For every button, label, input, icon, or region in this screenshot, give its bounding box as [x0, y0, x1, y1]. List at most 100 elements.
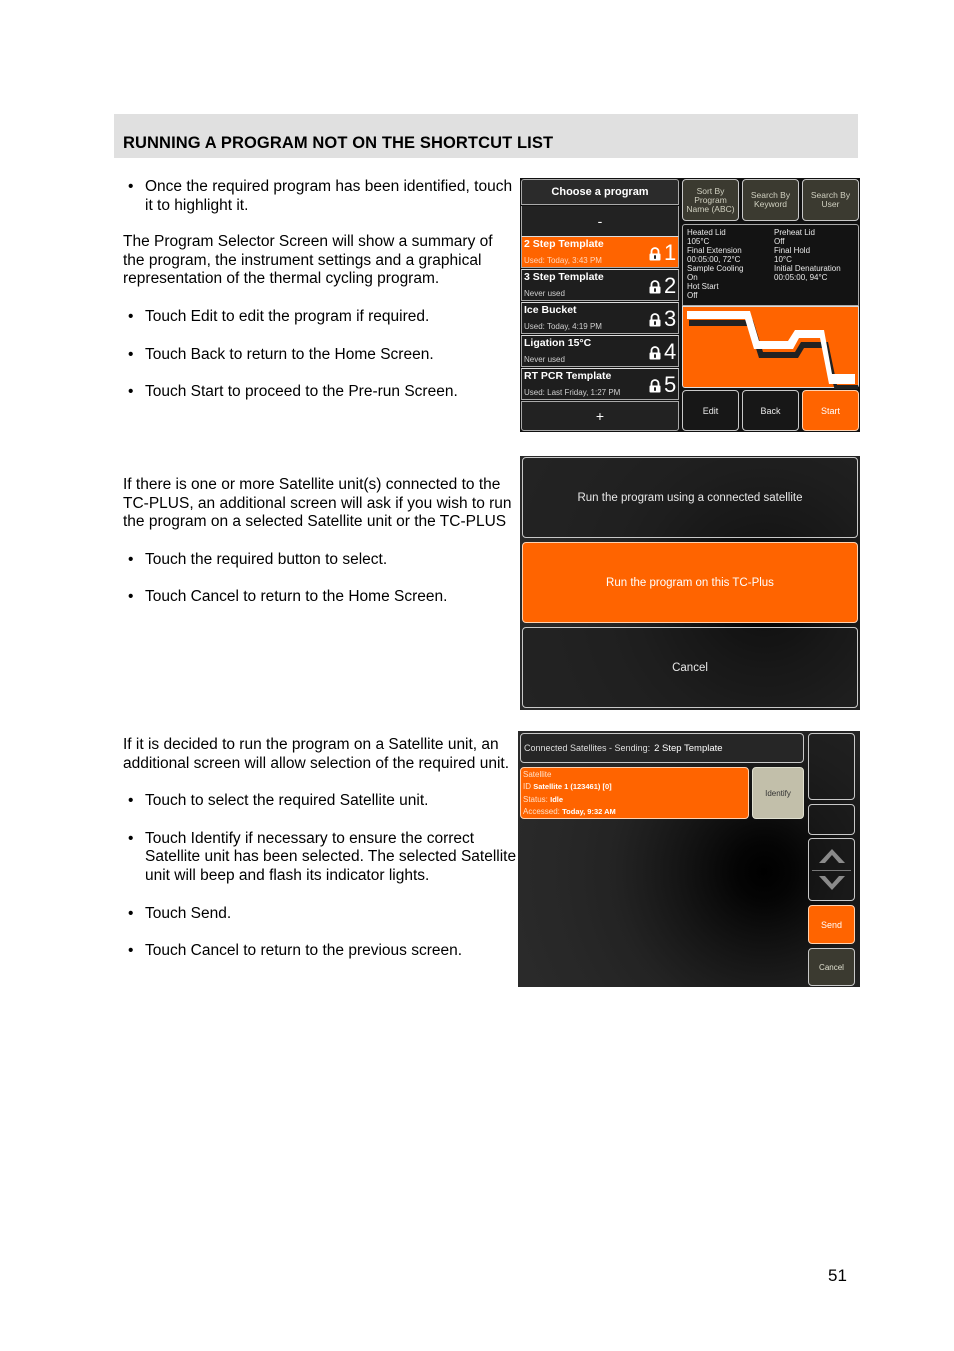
bullet-item: Touch Edit to edit the program if requir…: [123, 308, 515, 327]
setting-value: On: [687, 272, 698, 282]
setting-heated-lid: Heated Lid 105°C: [687, 228, 726, 246]
lock-icon: [648, 346, 662, 360]
program-name: Ice Bucket: [524, 304, 577, 316]
empty-side-button: [808, 733, 855, 800]
program-last-used: Used: Last Friday, 1:27 PM: [524, 388, 621, 397]
run-location-screen: Run the program using a connected satell…: [520, 456, 860, 710]
bullet-item: Touch to select the required Satellite u…: [123, 792, 518, 811]
satellite-id: ID Satellite 1 (123461) [0]: [523, 782, 612, 791]
paragraph: If it is decided to run the program on a…: [123, 736, 509, 772]
setting-value: 10°C: [774, 254, 792, 264]
program-list-item[interactable]: Ice Bucket Used: Today, 4:19 PM 3: [521, 302, 679, 334]
bullet-item: Touch Cancel to return to the previous s…: [123, 942, 518, 961]
program-selector-instructions: Once the required program has been ident…: [123, 178, 515, 402]
search-by-user-button[interactable]: Search By User: [802, 179, 859, 221]
setting-value: 105°C: [687, 236, 710, 246]
satellite-selection-screen: Connected Satellites - Sending: 2 Step T…: [518, 731, 860, 987]
program-list-panel: Choose a program - 2 Step Template Used: …: [520, 178, 680, 432]
lock-icon: [648, 379, 662, 393]
status-value: Idle: [550, 795, 564, 804]
satellite-choice-instructions: If there is one or more Satellite unit(s…: [123, 476, 515, 607]
scroll-up-button[interactable]: -: [521, 206, 679, 236]
program-name: 2 Step Template: [524, 238, 604, 250]
sending-program-name: 2 Step Template: [654, 742, 723, 754]
program-last-used: Never used: [524, 355, 565, 364]
header-label: Connected Satellites - Sending:: [524, 743, 651, 753]
program-number: 3: [664, 306, 677, 331]
bullet-item: Touch Back to return to the Home Screen.: [123, 346, 515, 365]
program-name: Ligation 15°C: [524, 337, 592, 349]
run-on-tc-plus-button[interactable]: Run the program on this TC-Plus: [522, 542, 858, 623]
program-name: 3 Step Template: [524, 271, 604, 283]
run-on-satellite-button[interactable]: Run the program using a connected satell…: [522, 457, 858, 538]
program-number: 1: [664, 240, 677, 265]
lock-icon: [648, 280, 662, 294]
satellite-heading: Satellite: [523, 770, 552, 779]
lock-icon: [648, 247, 662, 261]
section-header: RUNNING A PROGRAM NOT ON THE SHORTCUT LI…: [114, 114, 858, 158]
program-name: RT PCR Template: [524, 370, 612, 382]
arrow-down-icon[interactable]: [817, 874, 847, 896]
setting-initial-denaturation: Initial Denaturation 00:05:00, 94°C: [774, 264, 841, 282]
satellite-list-item[interactable]: Satellite ID Satellite 1 (123461) [0] St…: [520, 767, 749, 819]
screen-title: Choose a program: [521, 179, 679, 205]
scroll-down-button[interactable]: +: [521, 401, 679, 431]
program-selector-screen: Choose a program - 2 Step Template Used: …: [520, 178, 860, 432]
arrow-up-icon[interactable]: [817, 843, 847, 865]
program-list-item[interactable]: RT PCR Template Used: Last Friday, 1:27 P…: [521, 368, 679, 400]
page-number: 51: [828, 1266, 847, 1285]
accessed-value: Today, 9:32 AM: [562, 807, 616, 816]
program-last-used: Used: Today, 4:19 PM: [524, 322, 602, 331]
cancel-button[interactable]: Cancel: [808, 948, 855, 986]
section-title: RUNNING A PROGRAM NOT ON THE SHORTCUT LI…: [123, 134, 554, 152]
program-number: 2: [664, 273, 677, 298]
id-label: ID: [523, 782, 531, 791]
sort-by-name-button[interactable]: Sort By Program Name (ABC): [682, 179, 739, 221]
cancel-button[interactable]: Cancel: [522, 627, 858, 708]
bullet-item: Touch the required button to select.: [123, 551, 515, 570]
setting-preheat-lid: Preheat Lid Off: [774, 228, 815, 246]
setting-value: Off: [687, 290, 698, 300]
thermal-profile-svg: [687, 311, 858, 391]
instrument-settings-panel: Heated Lid 105°C Preheat Lid Off Final E…: [682, 224, 859, 306]
paragraph: If there is one or more Satellite unit(s…: [123, 476, 512, 531]
program-list-item[interactable]: 3 Step Template Never used 2: [521, 269, 679, 301]
edit-button[interactable]: Edit: [682, 390, 739, 431]
send-button[interactable]: Send: [808, 905, 855, 944]
program-last-used: Never used: [524, 289, 565, 298]
setting-value: 00:05:00, 94°C: [774, 272, 828, 282]
scroll-arrows: [808, 838, 855, 901]
setting-hot-start: Hot Start Off: [687, 282, 719, 300]
bullet-item: Once the required program has been ident…: [123, 178, 515, 215]
accessed-label: Accessed:: [523, 807, 560, 816]
id-value: Satellite 1 (123461) [0]: [533, 782, 612, 791]
bullet-item: Touch Cancel to return to the Home Scree…: [123, 588, 515, 607]
program-list-item[interactable]: Ligation 15°C Never used 4: [521, 335, 679, 367]
search-by-keyword-button[interactable]: Search By Keyword: [742, 179, 799, 221]
divider: [812, 870, 851, 871]
paragraph: The Program Selector Screen will show a …: [123, 233, 493, 288]
setting-final-extension: Final Extension 00:05:00, 72°C: [687, 246, 742, 264]
lock-icon: [648, 313, 662, 327]
bullet-item: Touch Send.: [123, 905, 518, 924]
program-number: 5: [664, 372, 677, 397]
thermal-profile-graph: [682, 306, 859, 391]
satellites-header: Connected Satellites - Sending: 2 Step T…: [520, 733, 804, 763]
bullet-item: Touch Identify if necessary to ensure th…: [123, 830, 518, 886]
setting-value: Off: [774, 236, 785, 246]
program-number: 4: [664, 339, 677, 364]
identify-button[interactable]: Identify: [752, 767, 804, 819]
setting-sample-cooling: Sample Cooling On: [687, 264, 743, 282]
program-last-used: Used: Today, 3:43 PM: [524, 256, 602, 265]
empty-side-button: [808, 804, 855, 835]
satellite-status: Status: Idle: [523, 795, 563, 804]
program-list-item[interactable]: 2 Step Template Used: Today, 3:43 PM 1: [521, 236, 679, 268]
satellite-accessed: Accessed: Today, 9:32 AM: [523, 807, 616, 816]
setting-final-hold: Final Hold 10°C: [774, 246, 810, 264]
satellite-selection-instructions: If it is decided to run the program on a…: [123, 736, 518, 961]
status-label: Status:: [523, 795, 548, 804]
setting-value: 00:05:00, 72°C: [687, 254, 741, 264]
back-button[interactable]: Back: [742, 390, 799, 431]
bullet-item: Touch Start to proceed to the Pre-run Sc…: [123, 383, 515, 402]
start-button[interactable]: Start: [802, 390, 859, 431]
